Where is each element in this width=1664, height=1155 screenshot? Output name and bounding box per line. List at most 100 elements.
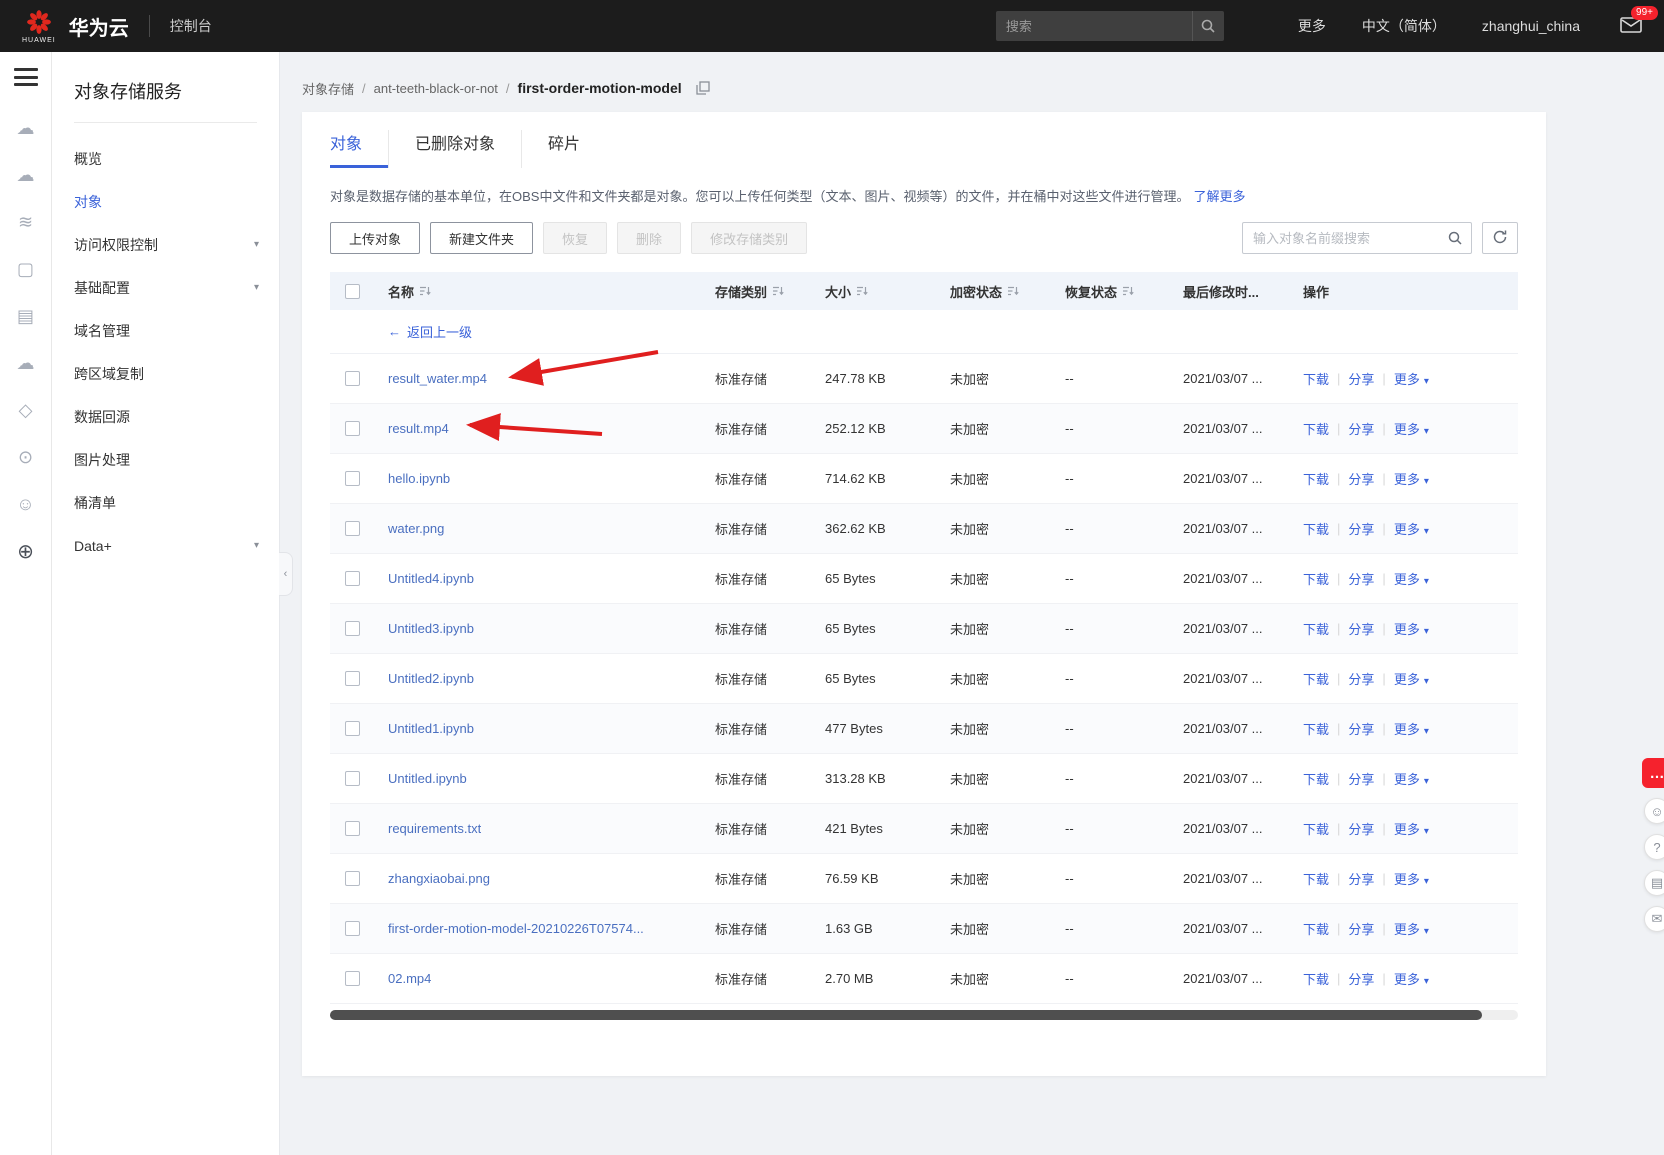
more-dropdown[interactable]: 更多 ▾ (1394, 819, 1429, 838)
sort-icon[interactable] (1122, 285, 1134, 297)
sort-icon[interactable] (772, 285, 784, 297)
share-link[interactable]: 分享 (1348, 769, 1374, 788)
breadcrumb-bucket[interactable]: ant-teeth-black-or-not (374, 81, 498, 96)
huawei-logo[interactable]: HUAWEI 华为云 (22, 9, 129, 44)
search-icon[interactable] (1191, 11, 1224, 41)
restore-button[interactable]: 恢复 (543, 222, 608, 254)
more-dropdown[interactable]: 更多 ▾ (1394, 619, 1429, 638)
billing-doc-icon[interactable]: ▤ (14, 304, 38, 328)
sidebar-item-0[interactable]: 概览 (52, 137, 279, 180)
download-link[interactable]: 下载 (1303, 819, 1329, 838)
sidebar-item-6[interactable]: 数据回源 (52, 395, 279, 438)
global-search[interactable] (995, 11, 1224, 41)
download-link[interactable]: 下载 (1303, 719, 1329, 738)
more-dropdown[interactable]: 更多 ▾ (1394, 469, 1429, 488)
object-name-link[interactable]: 02.mp4 (388, 971, 431, 986)
user-group-icon[interactable]: ☺ (14, 492, 38, 516)
object-prefix-search[interactable] (1242, 222, 1472, 254)
select-all-checkbox[interactable] (344, 283, 360, 299)
breadcrumb-root[interactable]: 对象存储 (302, 79, 354, 98)
more-dropdown[interactable]: 更多 ▾ (1394, 869, 1429, 888)
help-icon[interactable]: ? (1644, 834, 1664, 860)
sidebar-item-4[interactable]: 域名管理 (52, 309, 279, 352)
object-name-link[interactable]: result_water.mp4 (388, 371, 487, 386)
object-name-link[interactable]: Untitled1.ipynb (388, 721, 474, 736)
horizontal-scrollbar-thumb[interactable] (330, 1010, 1483, 1020)
share-link[interactable]: 分享 (1348, 969, 1374, 988)
more-menu[interactable]: 更多 (1298, 16, 1326, 36)
download-link[interactable]: 下载 (1303, 869, 1329, 888)
search-icon[interactable] (1439, 223, 1471, 253)
network-waves-icon[interactable]: ≋ (14, 210, 38, 234)
share-link[interactable]: 分享 (1348, 519, 1374, 538)
download-link[interactable]: 下载 (1303, 469, 1329, 488)
download-link[interactable]: 下载 (1303, 669, 1329, 688)
ip-service-icon[interactable]: ⊙ (14, 445, 38, 469)
row-checkbox[interactable] (344, 371, 360, 386)
object-name-link[interactable]: water.png (388, 521, 444, 536)
storage-cloud-icon[interactable]: ☁ (14, 163, 38, 187)
tab-2[interactable]: 碎片 (521, 130, 606, 168)
share-link[interactable]: 分享 (1348, 919, 1374, 938)
lab-flask-icon[interactable]: ◇ (14, 398, 38, 422)
globe-icon[interactable]: ⊕ (14, 539, 38, 563)
share-link[interactable]: 分享 (1348, 819, 1374, 838)
tab-1[interactable]: 已删除对象 (388, 130, 521, 168)
sidebar-item-8[interactable]: 桶清单 (52, 481, 279, 524)
download-link[interactable]: 下载 (1303, 919, 1329, 938)
object-name-link[interactable]: Untitled3.ipynb (388, 621, 474, 636)
column-header-5[interactable]: 最后修改时... (1183, 282, 1303, 301)
share-link[interactable]: 分享 (1348, 669, 1374, 688)
upload-object-button[interactable]: 上传对象 (330, 222, 421, 254)
sidebar-item-2[interactable]: 访问权限控制 ▾ (52, 223, 279, 266)
menu-icon[interactable] (13, 68, 38, 86)
sidebar-item-5[interactable]: 跨区域复制 (52, 352, 279, 395)
column-header-4[interactable]: 恢复状态 (1065, 282, 1183, 301)
object-name-link[interactable]: hello.ipynb (388, 471, 450, 486)
row-checkbox[interactable] (344, 971, 360, 986)
modify-storage-class-button[interactable]: 修改存储类别 (691, 222, 808, 254)
column-header-0[interactable]: 名称 (374, 282, 715, 301)
mail-feedback-icon[interactable]: ✉ (1644, 906, 1664, 932)
download-link[interactable]: 下载 (1303, 419, 1329, 438)
download-link[interactable]: 下载 (1303, 569, 1329, 588)
more-dropdown[interactable]: 更多 ▾ (1394, 969, 1429, 988)
more-dropdown[interactable]: 更多 ▾ (1394, 769, 1429, 788)
row-checkbox[interactable] (344, 671, 360, 686)
chat-widget-icon[interactable]: … (1642, 758, 1664, 788)
download-link[interactable]: 下载 (1303, 769, 1329, 788)
object-search-input[interactable] (1243, 230, 1439, 246)
messages-button[interactable]: 99+ (1620, 5, 1658, 36)
tab-0[interactable]: 对象 (330, 130, 389, 168)
download-link[interactable]: 下载 (1303, 519, 1329, 538)
more-dropdown[interactable]: 更多 ▾ (1394, 919, 1429, 938)
download-link[interactable]: 下载 (1303, 369, 1329, 388)
more-dropdown[interactable]: 更多 ▾ (1394, 419, 1429, 438)
sort-icon[interactable] (1007, 285, 1019, 297)
column-header-1[interactable]: 存储类别 (715, 282, 825, 301)
compute-cloud-icon[interactable]: ☁ (14, 116, 38, 140)
learn-more-link[interactable]: 了解更多 (1193, 189, 1245, 204)
share-link[interactable]: 分享 (1348, 719, 1374, 738)
row-checkbox[interactable] (344, 871, 360, 886)
object-name-link[interactable]: Untitled.ipynb (388, 771, 467, 786)
object-name-link[interactable]: Untitled4.ipynb (388, 571, 474, 586)
column-header-3[interactable]: 加密状态 (950, 282, 1065, 301)
row-checkbox[interactable] (344, 521, 360, 536)
share-link[interactable]: 分享 (1348, 569, 1374, 588)
cloud-service-icon[interactable]: ☁ (14, 351, 38, 375)
back-to-parent-link[interactable]: ← 返回上一级 (388, 322, 472, 341)
share-link[interactable]: 分享 (1348, 869, 1374, 888)
object-name-link[interactable]: requirements.txt (388, 821, 481, 836)
row-checkbox[interactable] (344, 771, 360, 786)
row-checkbox[interactable] (344, 471, 360, 486)
sidebar-item-7[interactable]: 图片处理 (52, 438, 279, 481)
object-name-link[interactable]: first-order-motion-model-20210226T07574.… (388, 921, 644, 936)
download-link[interactable]: 下载 (1303, 619, 1329, 638)
sort-icon[interactable] (419, 285, 431, 297)
language-selector[interactable]: 中文（简体） (1362, 16, 1446, 36)
row-checkbox[interactable] (344, 921, 360, 936)
survey-doc-icon[interactable]: ▤ (1644, 870, 1664, 896)
more-dropdown[interactable]: 更多 ▾ (1394, 719, 1429, 738)
object-name-link[interactable]: result.mp4 (388, 421, 449, 436)
